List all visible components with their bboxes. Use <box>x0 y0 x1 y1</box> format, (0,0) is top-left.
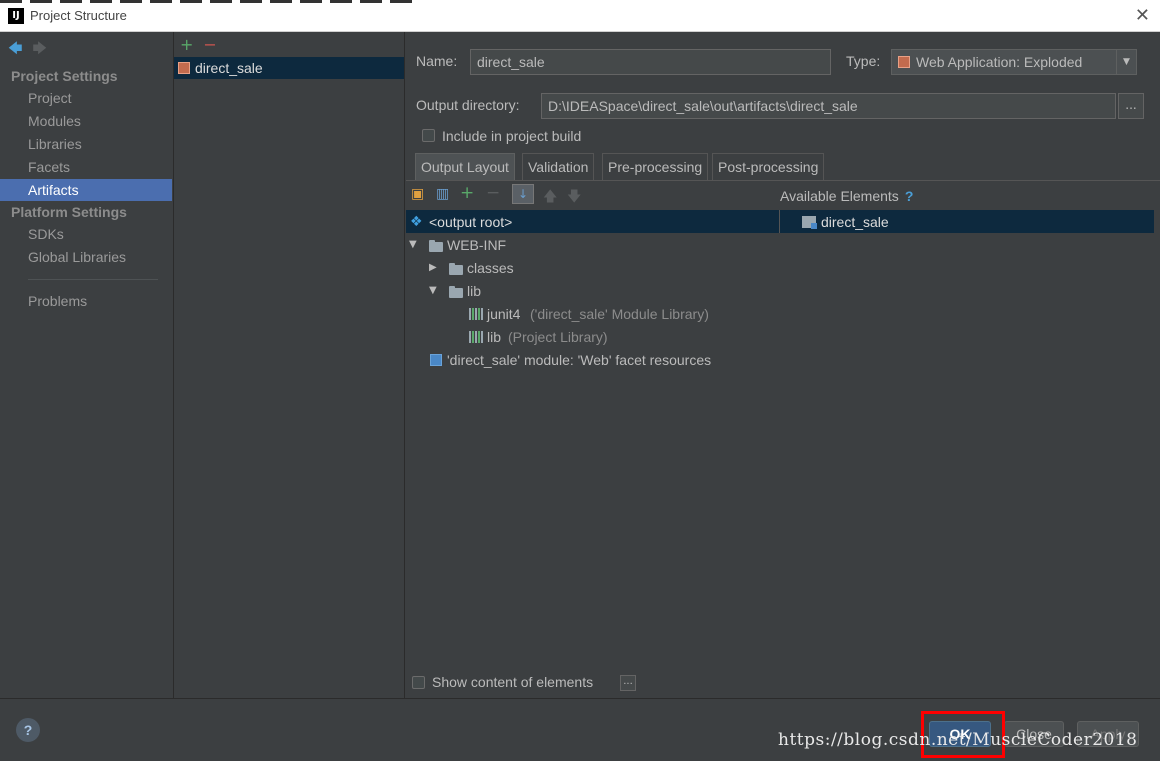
output-directory-label: Output directory: <box>416 97 520 113</box>
show-content-checkbox[interactable] <box>412 676 425 689</box>
tab-divider <box>406 180 1160 181</box>
tab-post-processing[interactable]: Post-processing <box>712 153 825 180</box>
sidebar-item-artifacts[interactable]: Artifacts <box>0 179 172 201</box>
tree-node-facet-resources[interactable]: 'direct_sale' module: 'Web' facet resour… <box>406 349 766 371</box>
tree-node-classes[interactable]: ▶ classes <box>406 257 766 279</box>
web-app-exploded-icon <box>178 62 190 74</box>
move-down-icon[interactable]: 🡇 <box>567 186 581 210</box>
library-icon <box>469 331 483 343</box>
section-project-settings: Project Settings <box>11 68 118 84</box>
tree-node-suffix: ('direct_sale' Module Library) <box>530 306 709 322</box>
type-label: Type: <box>846 53 881 69</box>
available-elements-label: Available Elements <box>780 188 899 204</box>
sidebar-item-libraries[interactable]: Libraries <box>0 133 172 155</box>
archive-icon[interactable]: ▥ <box>436 186 449 202</box>
tab-pre-processing[interactable]: Pre-processing <box>602 153 709 180</box>
show-content-label: Show content of elements <box>432 674 594 690</box>
tree-node-lib-folder[interactable]: ▼ lib <box>406 280 766 302</box>
background-window-strip <box>0 0 420 3</box>
close-button[interactable]: Close <box>1004 721 1064 747</box>
help-icon[interactable]: ? <box>905 188 914 204</box>
add-artifact-icon[interactable]: + <box>180 35 193 54</box>
tree-node-web-inf[interactable]: ▼ WEB-INF <box>406 234 766 256</box>
remove-artifact-icon[interactable]: − <box>203 35 216 54</box>
window-title: Project Structure <box>30 8 127 23</box>
tab-output-layout[interactable]: Output Layout <box>415 153 515 180</box>
type-select[interactable]: Web Application: Exploded ▼ <box>891 49 1137 75</box>
show-content-options-button[interactable]: ... <box>620 675 636 691</box>
tree-node-label: WEB-INF <box>447 237 507 253</box>
tree-column-divider <box>779 210 780 233</box>
output-directory-field[interactable]: D:\IDEASpace\direct_sale\out\artifacts\d… <box>541 93 1116 119</box>
folder-icon <box>449 263 463 275</box>
tree-node-label: classes <box>467 260 514 276</box>
chevron-down-icon: ▼ <box>1116 50 1136 74</box>
expand-triangle-icon[interactable]: ▼ <box>409 234 417 256</box>
sidebar-item-facets[interactable]: Facets <box>0 156 172 178</box>
web-app-exploded-icon <box>898 56 910 68</box>
sidebar-divider <box>28 279 158 280</box>
available-item-direct-sale[interactable]: direct_sale <box>802 211 1142 233</box>
ok-button[interactable]: OK <box>929 721 991 747</box>
tree-node-label: junit4 <box>487 306 521 322</box>
artifact-list-panel: + − direct_sale <box>174 32 405 698</box>
artifact-item[interactable]: direct_sale <box>174 57 404 79</box>
dialog-footer: ? OK Close Apply https://blog.csdn.net/M… <box>0 698 1160 761</box>
tree-node-junit4[interactable]: junit4 ('direct_sale' Module Library) <box>406 303 766 325</box>
tree-node-suffix: (Project Library) <box>508 329 608 345</box>
expand-triangle-icon[interactable]: ▼ <box>429 280 437 302</box>
include-in-build-label: Include in project build <box>442 128 582 144</box>
tree-node-label: 'direct_sale' module: 'Web' facet resour… <box>447 352 712 368</box>
add-element-icon[interactable]: + <box>460 183 474 203</box>
tree-node-label: lib <box>487 329 502 345</box>
artifact-item-label: direct_sale <box>195 60 263 76</box>
module-output-icon <box>802 216 817 229</box>
section-platform-settings: Platform Settings <box>11 204 127 220</box>
tree-node-lib-library[interactable]: lib (Project Library) <box>406 326 766 348</box>
intellij-app-icon: IJ <box>8 8 24 24</box>
title-bar: IJ Project Structure ✕ <box>0 0 1160 32</box>
sidebar-item-sdks[interactable]: SDKs <box>0 223 172 245</box>
folder-icon <box>429 240 443 252</box>
library-icon <box>469 308 483 320</box>
close-window-icon[interactable]: ✕ <box>1135 5 1150 26</box>
sidebar-item-modules[interactable]: Modules <box>0 110 172 132</box>
forward-arrow-icon[interactable]: 🡆 <box>32 41 46 57</box>
tab-validation[interactable]: Validation <box>522 153 595 180</box>
available-item-label: direct_sale <box>821 214 889 230</box>
folder-icon <box>449 286 463 298</box>
apply-button[interactable]: Apply <box>1077 721 1139 747</box>
artifact-list-toolbar: + − <box>180 35 217 54</box>
settings-sidebar: 🡄 🡆 Project Settings Project Modules Libr… <box>0 32 174 698</box>
tree-node-label: <output root> <box>429 214 513 230</box>
help-button[interactable]: ? <box>16 718 40 742</box>
web-facet-resources-icon <box>430 354 442 366</box>
remove-element-icon[interactable]: − <box>486 183 500 203</box>
sort-elements-icon[interactable]: ↓ <box>512 184 534 204</box>
output-root-icon: ❖ <box>410 214 423 230</box>
tree-node-label: lib <box>467 283 482 299</box>
sidebar-item-problems[interactable]: Problems <box>0 290 172 312</box>
back-arrow-icon[interactable]: 🡄 <box>8 41 22 57</box>
include-in-build-checkbox[interactable] <box>422 129 435 142</box>
name-label: Name: <box>416 53 458 69</box>
move-up-icon[interactable]: 🡅 <box>543 186 557 210</box>
nav-arrows: 🡄 🡆 <box>8 38 47 62</box>
type-select-value: Web Application: Exploded <box>916 54 1083 70</box>
sidebar-item-global-libraries[interactable]: Global Libraries <box>0 246 172 268</box>
sidebar-item-project[interactable]: Project <box>0 87 172 109</box>
name-field[interactable]: direct_sale <box>470 49 831 75</box>
collapse-triangle-icon[interactable]: ▶ <box>429 257 437 279</box>
artifact-details-panel: Name: direct_sale Type: Web Application:… <box>406 32 1160 698</box>
available-elements-header: Available Elements? <box>780 188 913 204</box>
create-directory-icon[interactable]: ▣ <box>411 186 424 202</box>
browse-directory-button[interactable]: ... <box>1118 93 1144 119</box>
